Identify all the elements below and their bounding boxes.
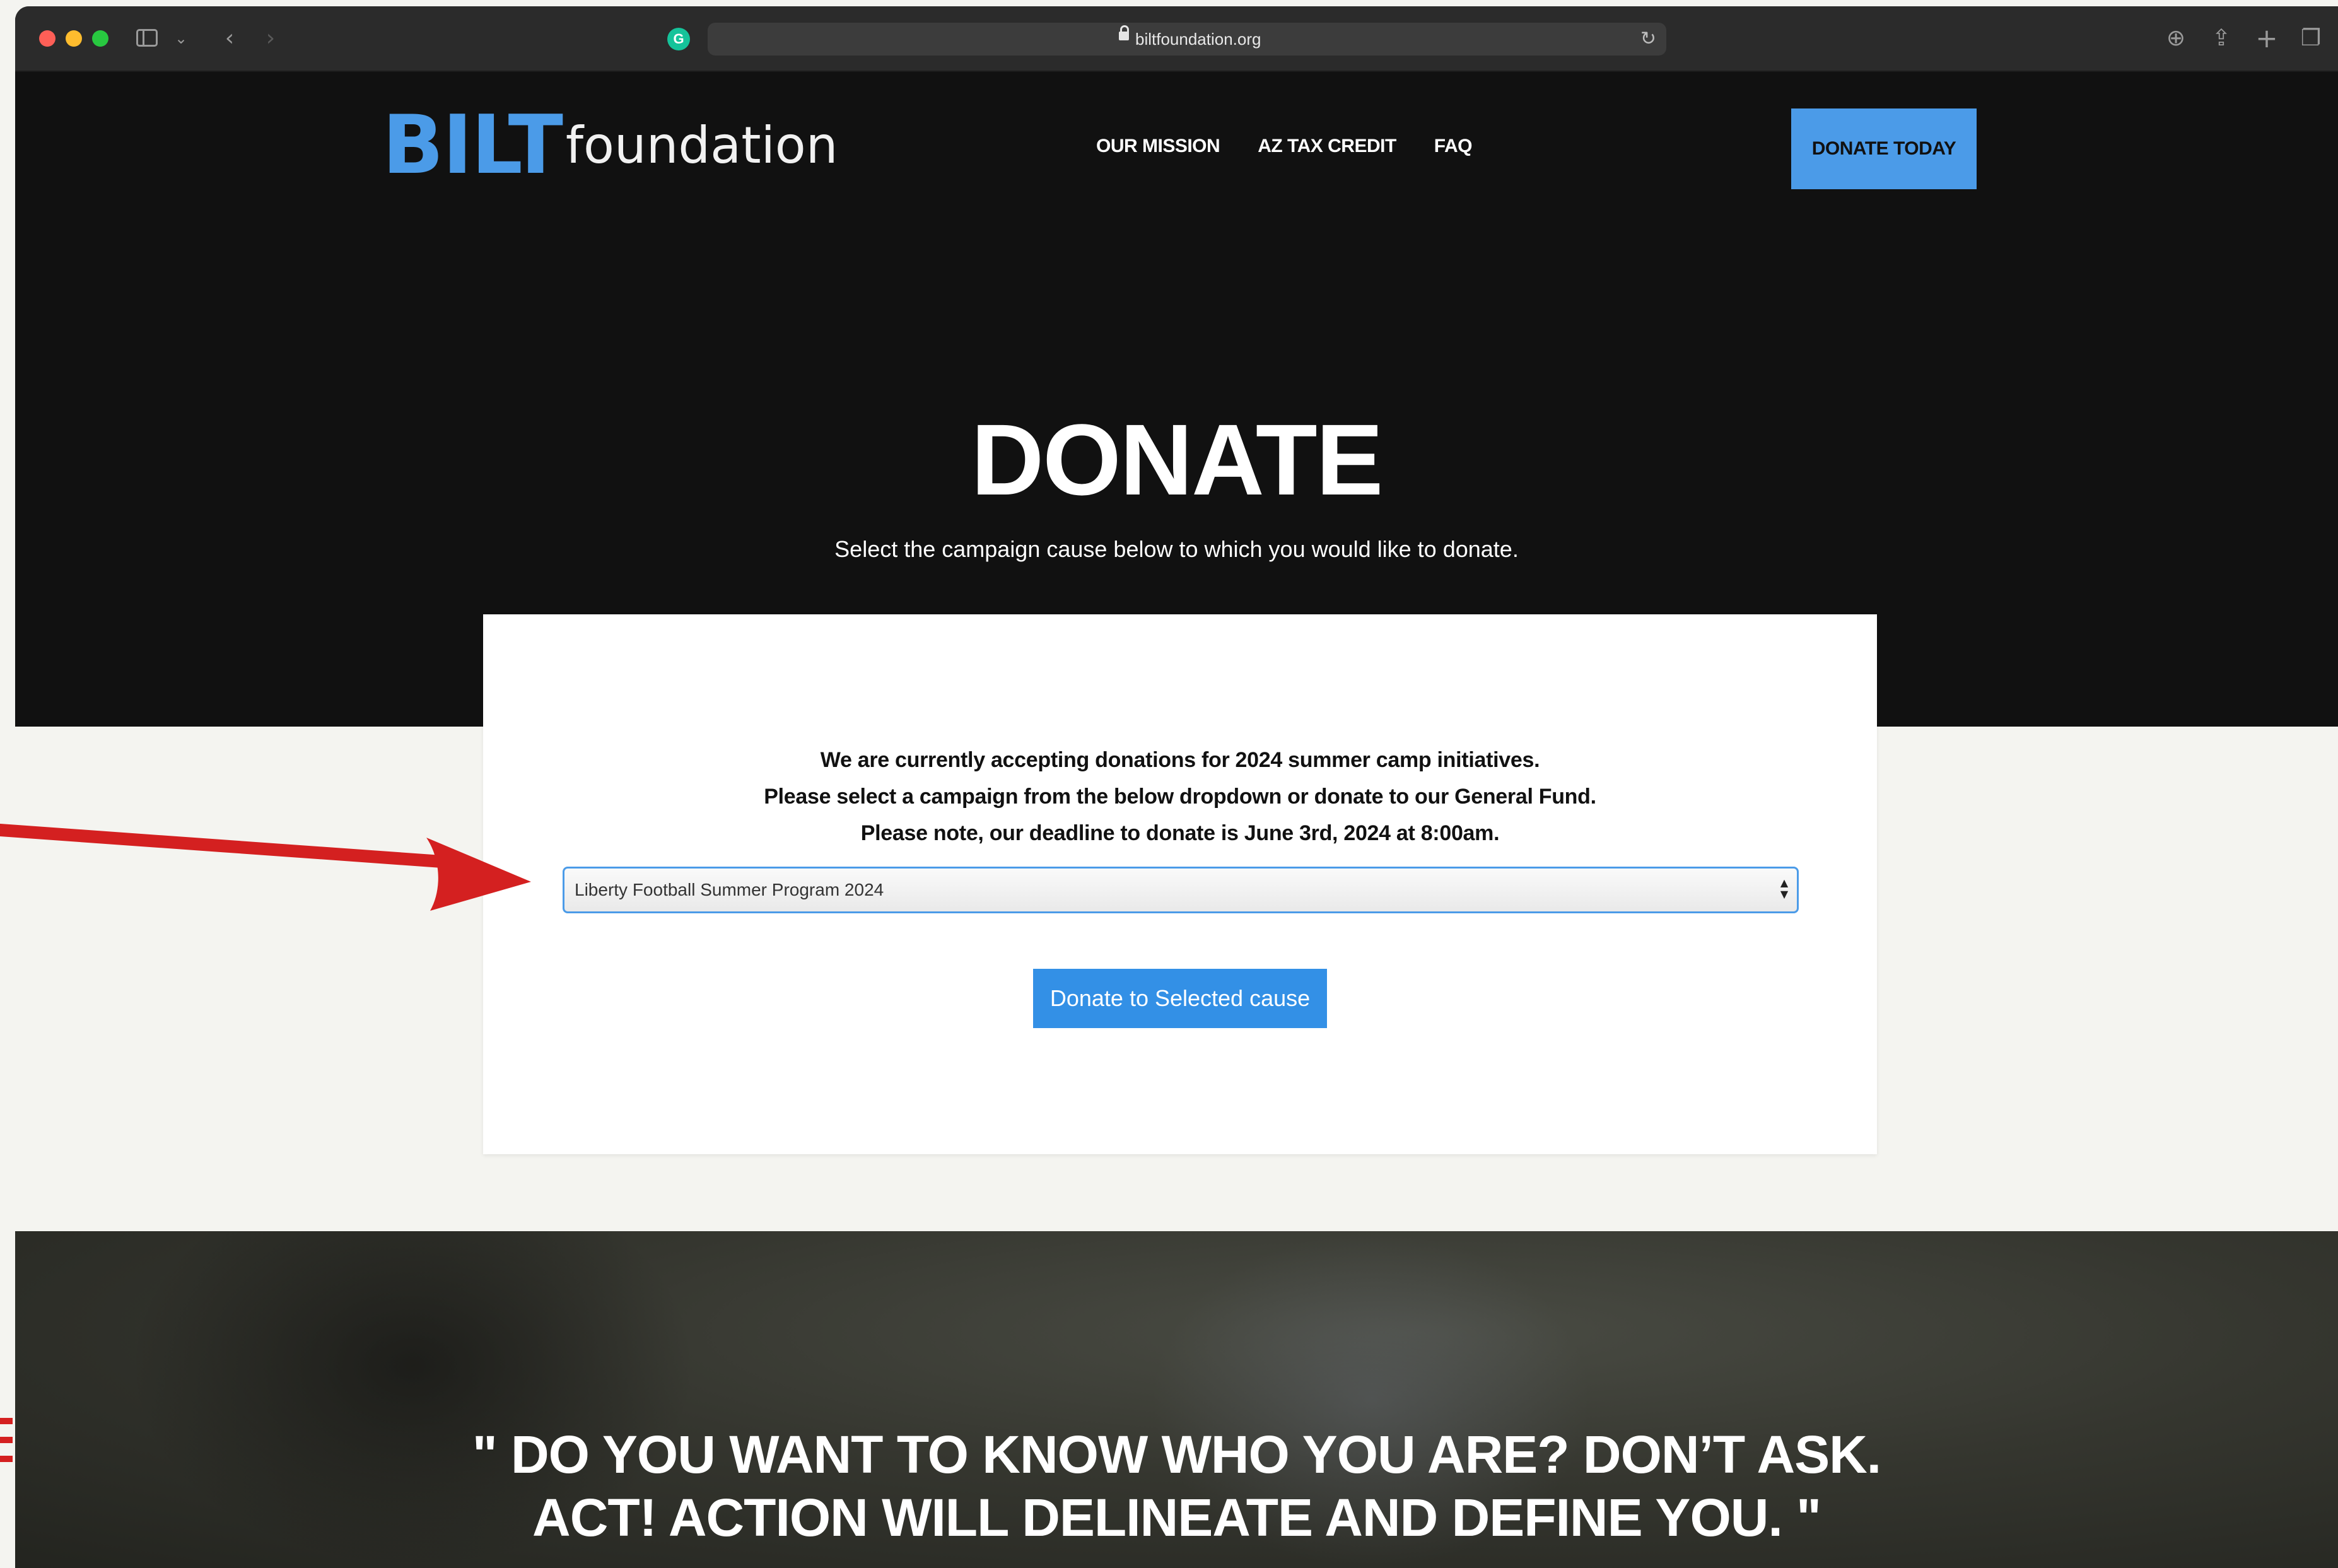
- nav-our-mission[interactable]: OUR MISSION: [1096, 134, 1220, 159]
- back-icon[interactable]: ‹: [217, 25, 242, 52]
- share-icon[interactable]: ⇪: [2207, 25, 2235, 52]
- zoom-window-button[interactable]: [92, 30, 108, 47]
- donation-notice: We are currently accepting donations for…: [483, 742, 1877, 851]
- nav-az-tax-credit[interactable]: AZ TAX CREDIT: [1258, 134, 1396, 159]
- reload-icon[interactable]: ↻: [1640, 23, 1656, 56]
- quote-line: " DO YOU WANT TO KNOW WHO YOU ARE? DON’T…: [472, 1425, 1881, 1484]
- quote-line: ACT! ACTION WILL DELINEATE AND DEFINE YO…: [532, 1488, 1821, 1547]
- donation-card: We are currently accepting donations for…: [483, 614, 1877, 1154]
- lock-icon: [1119, 25, 1129, 40]
- background-mark: [0, 1418, 13, 1424]
- nav-faq[interactable]: FAQ: [1434, 134, 1473, 159]
- sidebar-toggle-icon[interactable]: [135, 25, 160, 52]
- select-arrows-icon: ▲ ▼: [1780, 877, 1789, 900]
- red-arrow-annotation: [0, 824, 531, 911]
- quote-section: " DO YOU WANT TO KNOW WHO YOU ARE? DON’T…: [15, 1231, 2338, 1568]
- logo-foundation-text: foundation: [565, 116, 838, 175]
- logo-bilt-text: BILT: [382, 98, 563, 192]
- address-bar[interactable]: biltfoundation.org ↻: [708, 23, 1666, 56]
- quote-text: " DO YOU WANT TO KNOW WHO YOU ARE? DON’T…: [15, 1423, 2338, 1549]
- campaign-select-value: Liberty Football Summer Program 2024: [575, 880, 884, 899]
- bilt-foundation-logo[interactable]: BILTfoundation: [382, 105, 838, 186]
- page-subtitle: Select the campaign cause below to which…: [834, 536, 1519, 562]
- forward-icon[interactable]: ›: [258, 25, 283, 52]
- notice-line: We are currently accepting donations for…: [820, 748, 1540, 772]
- chevron-down-icon[interactable]: ⌄: [172, 25, 190, 52]
- tab-overview-icon[interactable]: ❐: [2297, 25, 2325, 52]
- download-icon[interactable]: ⊕: [2162, 25, 2190, 52]
- browser-toolbar: ⌄ ‹ › G biltfoundation.org ↻ ⊕ ⇪ + ❐: [15, 6, 2338, 72]
- browser-window: ⌄ ‹ › G biltfoundation.org ↻ ⊕ ⇪ + ❐ BIL…: [15, 6, 2338, 1568]
- notice-line: Please note, our deadline to donate is J…: [860, 821, 1500, 845]
- background-mark: [0, 1456, 13, 1462]
- background-mark: [0, 1437, 13, 1443]
- desktop-background: [0, 0, 15, 1568]
- campaign-select[interactable]: Liberty Football Summer Program 2024 ▲ ▼: [563, 867, 1799, 913]
- notice-line: Please select a campaign from the below …: [764, 785, 1596, 809]
- grammarly-extension-icon[interactable]: G: [667, 28, 690, 50]
- url-text: biltfoundation.org: [1135, 30, 1261, 49]
- close-window-button[interactable]: [39, 30, 56, 47]
- new-tab-icon[interactable]: +: [2253, 25, 2281, 52]
- page-title: DONATE: [971, 403, 1384, 516]
- minimize-window-button[interactable]: [66, 30, 82, 47]
- donate-today-button[interactable]: DONATE TODAY: [1791, 108, 1977, 189]
- donate-to-selected-cause-button[interactable]: Donate to Selected cause: [1033, 969, 1327, 1028]
- main-nav: OUR MISSION AZ TAX CREDIT FAQ: [1096, 134, 1510, 159]
